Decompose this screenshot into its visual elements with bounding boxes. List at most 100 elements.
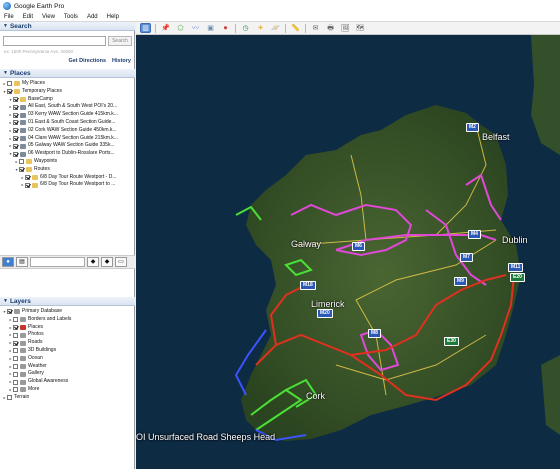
sunlight-icon[interactable]: ☀ <box>255 23 266 33</box>
menu-help[interactable]: Help <box>107 14 119 20</box>
ruler-icon[interactable]: 📏 <box>290 23 301 33</box>
layers-item[interactable]: ▾ Primary Database <box>0 308 135 316</box>
city-label-cork[interactable]: Cork <box>306 391 325 401</box>
road-shield-e30: E30 <box>444 337 459 346</box>
visibility-checkbox[interactable] <box>13 104 18 110</box>
visibility-checkbox[interactable] <box>7 89 12 95</box>
email-icon[interactable]: ✉ <box>310 23 321 33</box>
get-directions-link[interactable]: Get Directions <box>68 58 106 64</box>
visibility-checkbox[interactable] <box>19 167 24 173</box>
hide-sidebar-icon[interactable]: ▥ <box>140 23 151 33</box>
visibility-checkbox[interactable] <box>25 174 30 180</box>
visibility-checkbox[interactable] <box>13 128 18 134</box>
add-polygon-icon[interactable]: ⬠ <box>175 23 186 33</box>
image-overlay-icon[interactable]: ▣ <box>205 23 216 33</box>
red-icon <box>20 324 26 330</box>
print-icon[interactable]: 🖶 <box>325 23 336 33</box>
list-view-icon[interactable]: ▤ <box>16 257 28 267</box>
visibility-checkbox[interactable] <box>13 356 18 362</box>
layers-item[interactable]: ▸ 3D Buildings <box>0 347 135 355</box>
layers-item[interactable]: ▸ Weather <box>0 363 135 371</box>
down-arrow-icon[interactable]: ◆ <box>101 257 113 267</box>
places-item[interactable]: ▸ 02 Cork WAW Section Guide 450km.k... <box>0 127 135 135</box>
places-item[interactable]: ▾ Temporary Places <box>0 88 135 96</box>
menu-view[interactable]: View <box>42 14 55 20</box>
menu-add[interactable]: Add <box>87 14 98 20</box>
folder-icon[interactable]: ▭ <box>115 257 127 267</box>
places-filter-input[interactable] <box>30 257 85 267</box>
visibility-checkbox[interactable] <box>13 135 18 141</box>
visibility-checkbox[interactable] <box>13 340 18 346</box>
places-item[interactable]: ▸ 04 Clare WAW Section Guide 215km.k... <box>0 135 135 143</box>
layers-item[interactable]: ▸ Places <box>0 324 135 332</box>
places-item[interactable]: ▾ BaseCamp <box>0 96 135 104</box>
visibility-checkbox[interactable] <box>13 371 18 377</box>
visibility-checkbox[interactable] <box>13 363 18 369</box>
places-item[interactable]: ▸ 05 Galway WAW Section Guide 335k... <box>0 142 135 150</box>
menu-file[interactable]: File <box>4 14 14 20</box>
visibility-checkbox[interactable] <box>7 395 12 401</box>
layers-item[interactable]: ▸ Photos <box>0 331 135 339</box>
layers-item[interactable]: ▸ More <box>0 386 135 394</box>
search-button[interactable]: Search <box>108 36 132 46</box>
historical-imagery-icon[interactable]: ◷ <box>240 23 251 33</box>
history-link[interactable]: History <box>112 58 131 64</box>
add-path-icon[interactable]: 〰 <box>190 23 201 33</box>
places-item[interactable]: ▸ My Places <box>0 80 135 88</box>
visibility-checkbox[interactable] <box>7 81 12 87</box>
visibility-checkbox[interactable] <box>13 96 18 102</box>
visibility-checkbox[interactable] <box>13 317 18 323</box>
city-label-galway[interactable]: Galway <box>291 239 321 249</box>
places-item-label: 6/8 Day Tour Route Westport - D... <box>40 173 117 180</box>
save-image-icon[interactable]: 🖼 <box>340 23 351 33</box>
up-arrow-icon[interactable]: ◆ <box>87 257 99 267</box>
visibility-checkbox[interactable] <box>13 151 18 157</box>
layers-item[interactable]: ▸ Gallery <box>0 370 135 378</box>
planets-icon[interactable]: 🪐 <box>270 23 281 33</box>
visibility-checkbox[interactable] <box>13 143 18 149</box>
places-item[interactable]: ▸ All East, South & South West POI's 20..… <box>0 103 135 111</box>
map-view[interactable]: Belfast Galway Dublin Limerick Cork M2 M… <box>136 35 560 469</box>
visibility-checkbox[interactable] <box>19 159 24 165</box>
layers-item[interactable]: ▸ Ocean <box>0 355 135 363</box>
places-panel-header[interactable]: ▼ Places <box>0 69 135 78</box>
visibility-checkbox[interactable] <box>13 120 18 126</box>
search-panel-header[interactable]: ▼ Search <box>0 22 135 31</box>
kml-icon <box>20 135 26 141</box>
city-label-belfast[interactable]: Belfast <box>482 132 510 142</box>
record-tour-icon[interactable]: ⏺ <box>220 23 231 33</box>
places-item[interactable]: ▾ Routes <box>0 166 135 174</box>
visibility-checkbox[interactable] <box>7 309 12 315</box>
toolbar-separator <box>305 23 306 33</box>
search-places-icon[interactable]: ● <box>2 257 14 267</box>
city-label-limerick[interactable]: Limerick <box>311 299 345 309</box>
places-item[interactable]: ▸ 6/8 Day Tour Route Westport - D... <box>0 174 135 182</box>
layers-item[interactable]: ▸ Global Awareness <box>0 378 135 386</box>
layers-panel-header[interactable]: ▼ Layers <box>0 297 135 306</box>
visibility-checkbox[interactable] <box>13 324 18 330</box>
visibility-checkbox[interactable] <box>13 387 18 393</box>
places-header-label: Places <box>9 69 31 77</box>
folder-icon <box>20 96 26 102</box>
menu-edit[interactable]: Edit <box>23 14 33 20</box>
layers-item-label: Ocean <box>28 354 43 361</box>
search-input[interactable] <box>3 36 106 46</box>
layers-item[interactable]: ▸ Terrain <box>0 394 135 402</box>
visibility-checkbox[interactable] <box>13 379 18 385</box>
places-item[interactable]: ▾ 06 Westport to Dublin-Rosslare Ports... <box>0 150 135 158</box>
places-item[interactable]: ▸ 03 Kerry WAW Section Guide 415km.k... <box>0 111 135 119</box>
visibility-checkbox[interactable] <box>13 112 18 118</box>
layers-item[interactable]: ▸ Borders and Labels <box>0 316 135 324</box>
layers-item[interactable]: ▸ Roads <box>0 339 135 347</box>
add-placemark-icon[interactable]: 📌 <box>160 23 171 33</box>
visibility-checkbox[interactable] <box>25 182 30 188</box>
visibility-checkbox[interactable] <box>13 348 18 354</box>
menu-tools[interactable]: Tools <box>64 14 78 20</box>
places-item[interactable]: ▸ Waypoints <box>0 158 135 166</box>
map-canvas[interactable] <box>136 35 560 469</box>
visibility-checkbox[interactable] <box>13 332 18 338</box>
places-item[interactable]: ▸ 01 East & South Coast Section Guide... <box>0 119 135 127</box>
city-label-dublin[interactable]: Dublin <box>502 235 528 245</box>
view-in-maps-icon[interactable]: 🗺 <box>355 23 366 33</box>
places-item[interactable]: ▸ 6/8 Day Tour Route Westport to ... <box>0 181 135 189</box>
